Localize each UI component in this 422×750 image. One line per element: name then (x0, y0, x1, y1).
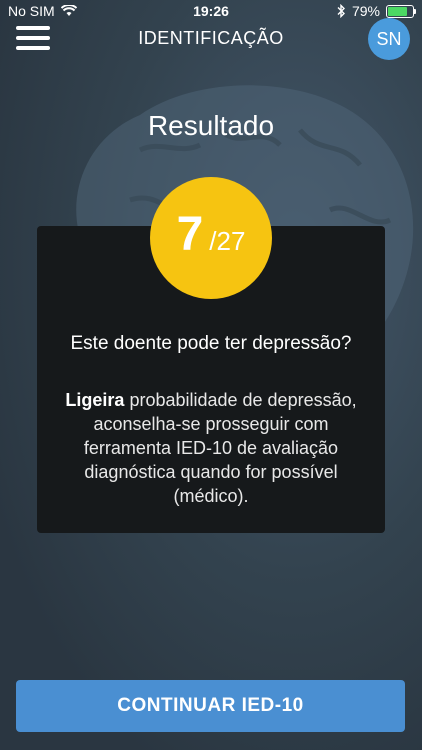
result-description: Ligeira probabilidade de depressão, acon… (52, 388, 370, 508)
page-title: IDENTIFICAÇÃO (138, 28, 284, 48)
status-bar: No SIM 19:26 79% (0, 0, 422, 22)
result-title: Resultado (147, 110, 275, 141)
continue-button[interactable]: CONTINUAR IED-10 (16, 680, 405, 732)
battery-icon (386, 4, 416, 18)
score-max: /27 (209, 226, 246, 256)
result-question: Este doente pode ter depressão? (70, 333, 352, 354)
battery-percent: 79% (351, 3, 380, 19)
avatar[interactable]: SN (368, 18, 410, 60)
severity-label: Ligeira (65, 390, 125, 410)
score-badge: 7 /27 (150, 177, 272, 299)
score-value: 7 (176, 208, 204, 261)
description-text: probabilidade de depressão, aconselha-se… (83, 390, 357, 506)
bluetooth-icon (337, 4, 345, 18)
